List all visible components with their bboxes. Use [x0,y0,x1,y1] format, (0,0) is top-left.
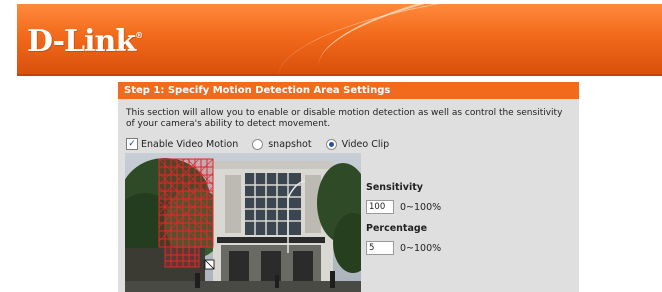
motion-options: ✓ Enable Video Motion snapshot Video Cli… [126,137,389,151]
registered-mark: ® [135,30,143,40]
sensitivity-row: 100 0~100% [366,200,441,214]
sensitivity-range: 0~100% [400,201,442,213]
pedestrian [330,271,335,288]
percentage-range: 0~100% [400,242,442,254]
snapshot-label: snapshot [268,138,312,150]
building-ledge [217,237,325,243]
percentage-row: 5 0~100% [366,241,441,255]
header-banner: D-Link® [17,4,662,74]
sensitivity-label: Sensitivity [366,182,423,193]
camera-scene [125,153,361,292]
building-cornice [213,161,333,169]
percentage-input[interactable]: 5 [366,241,394,255]
motion-detection-panel: Step 1: Specify Motion Detection Area Se… [118,82,579,292]
snapshot-radio[interactable] [252,138,264,150]
panel-description: This section will allow you to enable or… [126,108,563,129]
camera-preview[interactable] [125,153,361,292]
panel-title: Step 1: Specify Motion Detection Area Se… [118,82,579,99]
video-clip-label: Video Clip [341,138,390,150]
enable-video-motion-checkbox[interactable]: ✓ [126,138,138,150]
pedestrian [195,273,200,288]
banner-swoosh [272,4,662,74]
video-clip-radio[interactable] [325,138,337,150]
pedestrian [275,275,279,288]
enable-video-motion-label: Enable Video Motion [141,138,239,150]
detection-settings: Sensitivity 100 0~100% Percentage 5 0~10… [366,182,441,264]
sensitivity-input[interactable]: 100 [366,200,394,214]
banner-divider [17,74,662,76]
street [125,281,361,292]
percentage-label: Percentage [366,223,428,234]
building-column [225,175,241,233]
building-window [245,173,301,235]
logo-text: D-Link [27,24,136,59]
dlink-logo: D-Link® [27,24,143,59]
